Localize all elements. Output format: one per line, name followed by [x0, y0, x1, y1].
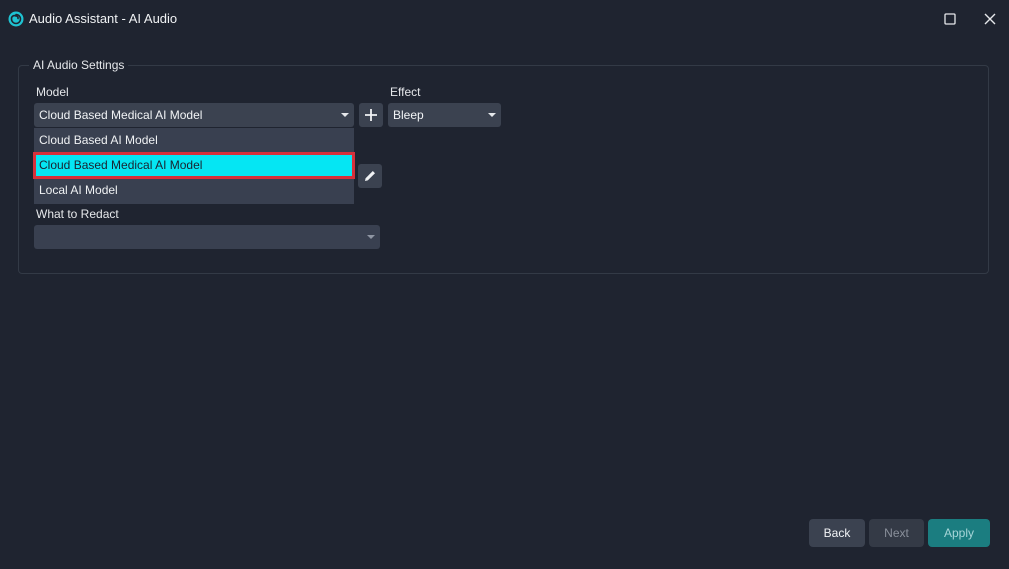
chevron-down-icon: [341, 113, 349, 117]
dropdown-option-selected[interactable]: Cloud Based Medical AI Model: [33, 152, 355, 179]
dropdown-option[interactable]: Cloud Based AI Model: [34, 128, 354, 153]
model-label: Model: [36, 85, 69, 99]
plus-icon: [365, 109, 377, 121]
edit-button[interactable]: [358, 164, 382, 188]
apply-button[interactable]: Apply: [928, 519, 990, 547]
maximize-icon: [944, 13, 956, 25]
chevron-down-icon: [367, 235, 375, 239]
back-button[interactable]: Back: [809, 519, 865, 547]
model-dropdown-list: Cloud Based AI Model Cloud Based Medical…: [33, 128, 355, 204]
add-model-button[interactable]: [359, 103, 383, 127]
redact-label: What to Redact: [36, 207, 119, 221]
model-select[interactable]: Cloud Based Medical AI Model: [34, 103, 354, 127]
app-logo-icon: [8, 11, 24, 27]
pencil-icon: [365, 171, 375, 181]
maximize-button[interactable]: [937, 6, 963, 32]
effect-select-value: Bleep: [393, 108, 424, 122]
dropdown-option[interactable]: Local AI Model: [34, 178, 354, 203]
model-select-value: Cloud Based Medical AI Model: [39, 108, 203, 122]
effect-label: Effect: [390, 85, 421, 99]
effect-select[interactable]: Bleep: [388, 103, 501, 127]
close-icon: [984, 13, 996, 25]
next-button[interactable]: Next: [869, 519, 924, 547]
close-button[interactable]: [977, 6, 1003, 32]
group-title: AI Audio Settings: [29, 59, 129, 72]
redact-select[interactable]: [34, 225, 380, 249]
window-title: Audio Assistant - AI Audio: [29, 11, 178, 26]
title-bar: Audio Assistant - AI Audio: [0, 0, 1009, 38]
chevron-down-icon: [488, 113, 496, 117]
